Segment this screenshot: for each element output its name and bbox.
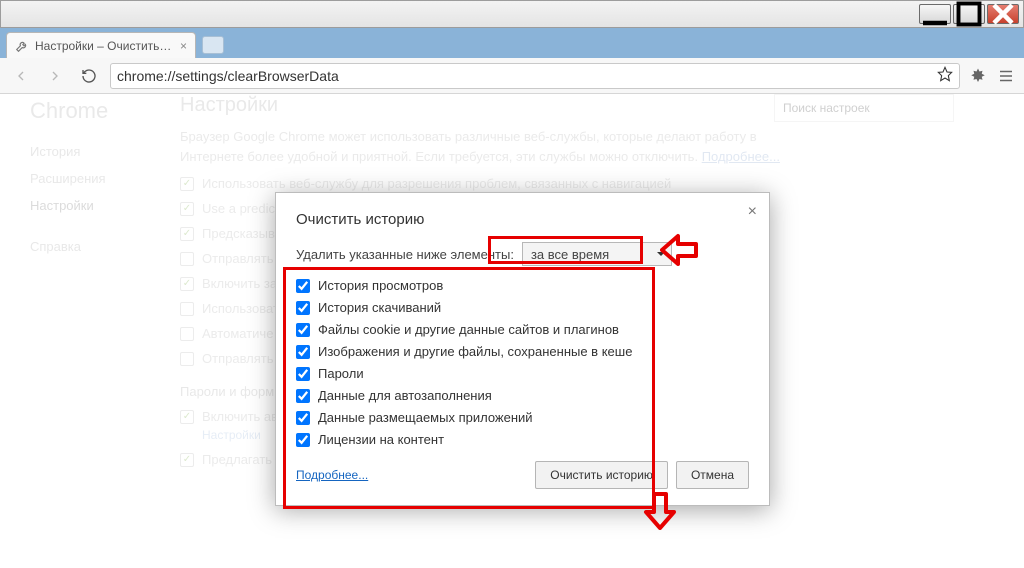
browser-tab[interactable]: Настройки – Очистить ис ×	[6, 32, 196, 58]
bookmark-star-icon[interactable]	[937, 66, 953, 85]
clear-checklist: История просмотров История скачиваний Фа…	[296, 278, 749, 447]
dialog-title: Очистить историю	[296, 211, 749, 228]
cancel-button[interactable]: Отмена	[676, 461, 749, 489]
tab-close-icon[interactable]: ×	[180, 39, 187, 53]
check-row: История скачиваний	[296, 300, 749, 315]
window-titlebar	[0, 0, 1024, 28]
checkbox[interactable]	[296, 345, 310, 359]
browser-toolbar: chrome://settings/clearBrowserData	[0, 58, 1024, 94]
tab-title: Настройки – Очистить ис	[35, 39, 174, 53]
checkbox[interactable]	[296, 323, 310, 337]
url-text: chrome://settings/clearBrowserData	[117, 68, 339, 84]
checkbox[interactable]	[296, 279, 310, 293]
dialog-learn-more-link[interactable]: Подробнее...	[296, 468, 368, 482]
checkbox[interactable]	[296, 367, 310, 381]
check-row: Данные размещаемых приложений	[296, 410, 749, 425]
checkbox[interactable]	[296, 411, 310, 425]
extension-icon[interactable]	[968, 66, 988, 86]
checkbox[interactable]	[296, 389, 310, 403]
check-row: Файлы cookie и другие данные сайтов и пл…	[296, 322, 749, 337]
check-row: Лицензии на контент	[296, 432, 749, 447]
checkbox[interactable]	[296, 301, 310, 315]
dropdown-value: за все время	[531, 247, 609, 262]
wrench-icon	[15, 39, 29, 53]
clear-button[interactable]: Очистить историю	[535, 461, 668, 489]
check-row: История просмотров	[296, 278, 749, 293]
window-maximize-button[interactable]	[953, 4, 985, 24]
checkbox[interactable]	[296, 433, 310, 447]
check-row: Данные для автозаполнения	[296, 388, 749, 403]
back-button[interactable]	[8, 63, 34, 89]
time-range-dropdown[interactable]: за все время	[522, 242, 672, 266]
window-minimize-button[interactable]	[919, 4, 951, 24]
check-row: Пароли	[296, 366, 749, 381]
clear-data-dialog: × Очистить историю Удалить указанные ниж…	[275, 192, 770, 506]
dialog-close-button[interactable]: ×	[748, 203, 757, 221]
new-tab-button[interactable]	[202, 36, 224, 54]
reload-button[interactable]	[76, 63, 102, 89]
forward-button[interactable]	[42, 63, 68, 89]
dialog-prompt: Удалить указанные ниже элементы:	[296, 247, 514, 262]
menu-icon[interactable]	[996, 66, 1016, 86]
check-row: Изображения и другие файлы, сохраненные …	[296, 344, 749, 359]
address-bar[interactable]: chrome://settings/clearBrowserData	[110, 63, 960, 89]
window-close-button[interactable]	[987, 4, 1019, 24]
tabstrip: Настройки – Очистить ис ×	[0, 28, 1024, 58]
